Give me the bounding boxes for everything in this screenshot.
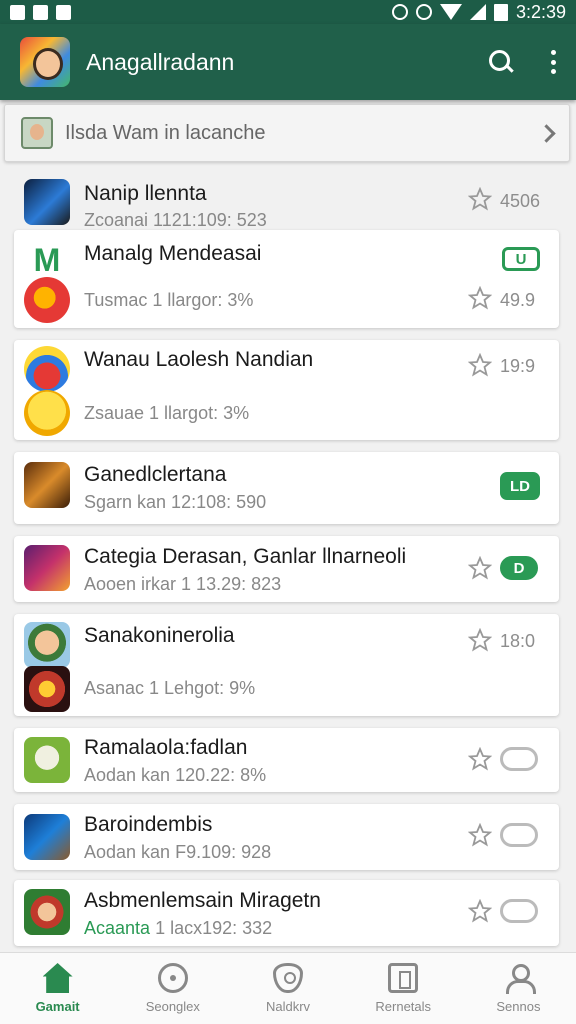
- users-icon: [503, 963, 537, 994]
- notification-icon: [56, 4, 71, 20]
- item-title: Baroindembis: [84, 813, 213, 836]
- list-item[interactable]: Sanakoninerolia 18:0 Asanac 1 Lehgot: 9%: [14, 614, 559, 716]
- star-icon[interactable]: [468, 628, 492, 652]
- rating-value: 4506: [500, 191, 541, 211]
- game-icon: [24, 622, 70, 668]
- item-title: Ganedlclertana: [84, 463, 227, 486]
- item-title: Asbmenlemsain Miragetn: [84, 889, 321, 912]
- chevron-right-icon: [537, 123, 556, 143]
- item-title: Ramalaola:fadlan: [84, 736, 248, 759]
- item-title: Manalg Mendeasai: [84, 242, 262, 265]
- star-icon[interactable]: [468, 823, 492, 847]
- home-icon: [42, 963, 73, 993]
- notification-icon: [33, 4, 48, 20]
- banner-avatar: [21, 117, 53, 149]
- shield-icon: [273, 963, 303, 993]
- nav-rentals[interactable]: Rernetals: [346, 953, 461, 1024]
- game-icon: [24, 346, 70, 392]
- nav-label: Seonglex: [145, 999, 200, 1014]
- star-icon[interactable]: [468, 556, 492, 580]
- star-icon[interactable]: [468, 353, 492, 377]
- rating-value: 19:9: [500, 356, 536, 376]
- list-item[interactable]: Baroindembis Aodan kan F9.109: 928: [14, 804, 559, 870]
- compass-icon: [157, 963, 188, 993]
- status-toggle[interactable]: [500, 823, 538, 847]
- nav-games[interactable]: Gamait: [0, 953, 115, 1024]
- status-toggle[interactable]: D: [500, 556, 538, 580]
- item-title: Sanakoninerolia: [84, 624, 235, 647]
- game-icon: [24, 390, 70, 436]
- game-icon: [24, 889, 70, 935]
- alarm-icon: [391, 4, 408, 20]
- app-logo: [20, 37, 70, 87]
- item-title: Categia Derasan, Ganlar llnarneoli: [84, 545, 407, 568]
- wifi-icon: [439, 4, 462, 20]
- game-icon: [24, 666, 70, 712]
- star-icon[interactable]: [468, 286, 492, 310]
- signal-icon: [469, 4, 486, 20]
- list-item[interactable]: Ganedlclertana Sgarn kan 12:108: 590 LD: [14, 452, 559, 524]
- item-subtitle: Aooen irkar 1 13.29: 823: [84, 574, 282, 594]
- nav-explore[interactable]: Seonglex: [115, 953, 230, 1024]
- item-title: Nanip llennta: [84, 182, 207, 205]
- list-item[interactable]: Wanau Laolesh Nandian 19:9 Zsauae 1 llar…: [14, 340, 559, 440]
- item-subtitle: Tusmac 1 llargor: 3%: [84, 290, 254, 310]
- star-icon[interactable]: [468, 747, 492, 771]
- list-item[interactable]: Categia Derasan, Ganlar llnarneoli Aooen…: [14, 536, 559, 602]
- app-title: Anagallradann: [86, 48, 235, 75]
- nav-label: Naldkrv: [265, 999, 311, 1014]
- star-icon[interactable]: [468, 899, 492, 923]
- item-subtitle: 1 lacx192: 332: [155, 918, 273, 938]
- item-subtitle: Zsauae 1 llargot: 3%: [84, 403, 250, 423]
- nav-security[interactable]: Naldkrv: [230, 953, 345, 1024]
- game-icon: [24, 545, 70, 591]
- app-bar: Anagallradann: [0, 24, 576, 100]
- item-subtitle: Zcoanai 1121:109: 523: [84, 210, 267, 230]
- item-subtitle: Aodan kan F9.109: 928: [84, 842, 272, 862]
- list-item[interactable]: M Manalg Mendeasai U Tusmac 1 llargor: 3…: [14, 230, 559, 328]
- alarm-icon: [415, 4, 432, 20]
- game-icon: [24, 277, 70, 323]
- status-toggle[interactable]: LD: [500, 472, 540, 500]
- banner-text: Ilsda Wam in lacanche: [65, 121, 266, 144]
- status-toggle[interactable]: U: [502, 247, 540, 271]
- status-toggle[interactable]: [500, 899, 538, 923]
- game-icon: [24, 737, 70, 783]
- star-icon[interactable]: [468, 187, 492, 211]
- bottom-navigation: Gamait Seonglex Naldkrv Rernetals Sennos: [0, 952, 576, 1024]
- box-icon: [388, 963, 419, 993]
- rating-value: 49.9: [500, 290, 536, 310]
- game-icon: [24, 179, 70, 225]
- nav-profile[interactable]: Sennos: [461, 953, 576, 1024]
- list-item[interactable]: Asbmenlemsain Miragetn Acaanta 1 lacx192…: [14, 880, 559, 946]
- item-subtitle: Asanac 1 Lehgot: 9%: [84, 678, 256, 698]
- nav-label: Sennos: [496, 999, 541, 1014]
- search-icon[interactable]: [488, 49, 514, 75]
- item-subtitle: Aodan kan 120.22: 8%: [84, 765, 267, 785]
- featured-banner[interactable]: Ilsda Wam in lacanche: [4, 104, 570, 162]
- item-subtitle: Sgarn kan 12:108: 590: [84, 492, 267, 512]
- list-item[interactable]: Nanip llennta Zcoanai 1121:109: 523 4506: [14, 172, 559, 230]
- nav-label: Rernetals: [375, 999, 432, 1014]
- nav-label: Gamait: [35, 999, 80, 1014]
- game-icon: [24, 462, 70, 508]
- rating-value: 18:0: [500, 631, 536, 651]
- game-icon: [24, 814, 70, 860]
- more-options-icon[interactable]: [550, 50, 556, 74]
- battery-icon: [493, 3, 508, 21]
- item-subtitle-highlight: Acaanta: [84, 918, 151, 938]
- status-toggle[interactable]: [500, 747, 538, 771]
- item-title: Wanau Laolesh Nandian: [84, 348, 314, 371]
- notification-icon: [10, 4, 25, 20]
- status-time: 3:2:39: [515, 1, 566, 22]
- list-item[interactable]: Ramalaola:fadlan Aodan kan 120.22: 8%: [14, 728, 559, 792]
- status-bar: 3:2:39: [0, 0, 576, 24]
